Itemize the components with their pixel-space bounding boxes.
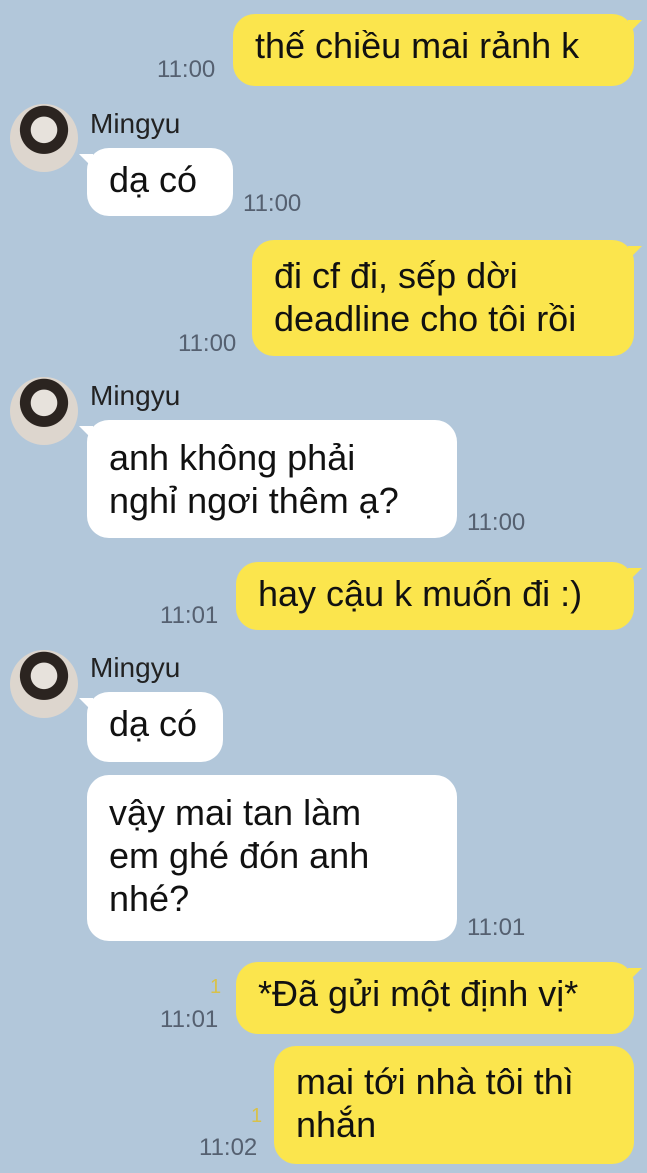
contact-avatar[interactable] bbox=[10, 104, 78, 172]
my-message-bubble[interactable]: thế chiều mai rảnh k bbox=[233, 14, 642, 86]
message-time: 11:00 bbox=[467, 509, 526, 536]
their-message-bubble[interactable]: anh không phải nghỉ ngơi thêm ạ? bbox=[79, 420, 457, 538]
message-time: 11:02 bbox=[199, 1134, 258, 1161]
their-message-bubble[interactable]: dạ có bbox=[79, 148, 233, 216]
message-time: 11:01 bbox=[467, 914, 526, 941]
message-time: 11:00 bbox=[178, 330, 237, 357]
contact-name: Mingyu bbox=[90, 380, 181, 411]
my-message-bubble[interactable]: đi cf đi, sếp dời deadline cho tôi rồi bbox=[252, 240, 642, 356]
message-time: 11:00 bbox=[157, 56, 216, 83]
chat-room[interactable]: 11:00 thế chiều mai rảnh k Mingyu dạ có … bbox=[0, 0, 647, 1173]
my-message-bubble[interactable]: hay cậu k muốn đi :) bbox=[236, 562, 642, 630]
their-message-bubble[interactable]: dạ có bbox=[79, 692, 223, 762]
contact-name: Mingyu bbox=[90, 652, 181, 683]
message-time: 11:00 bbox=[243, 190, 302, 217]
contact-avatar[interactable] bbox=[10, 650, 78, 718]
contact-name: Mingyu bbox=[90, 108, 181, 139]
message-time: 11:01 bbox=[160, 1006, 219, 1033]
location-message-bubble[interactable]: *Đã gửi một định vị* bbox=[236, 962, 642, 1034]
their-message-bubble[interactable]: vậy mai tan làm em ghé đón anh nhé? bbox=[87, 775, 457, 941]
contact-avatar[interactable] bbox=[10, 377, 78, 445]
unread-count: 1 bbox=[251, 1105, 263, 1127]
unread-count: 1 bbox=[210, 976, 222, 998]
my-message-bubble[interactable]: mai tới nhà tôi thì nhắn bbox=[274, 1046, 634, 1164]
message-time: 11:01 bbox=[160, 602, 219, 629]
